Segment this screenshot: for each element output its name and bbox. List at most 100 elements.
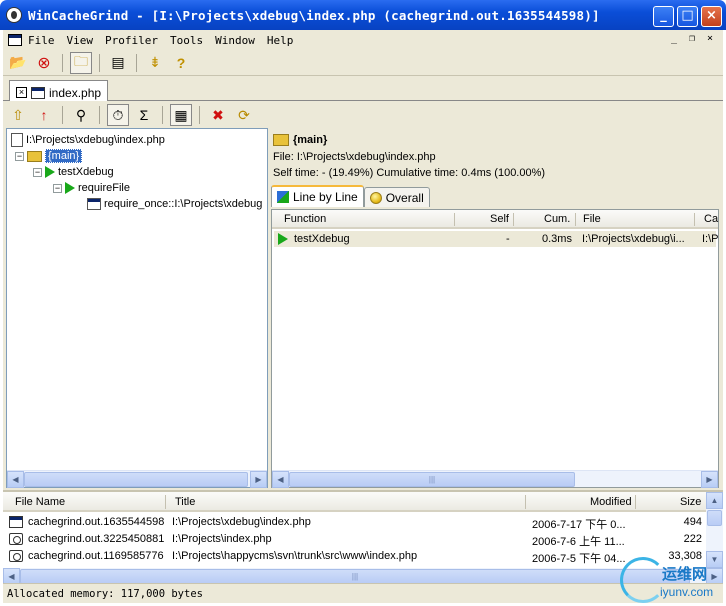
open-folder-icon[interactable]: 📂 [7,52,29,74]
cell-title: I:\Projects\happycms\svn\trunk\src\www\i… [172,550,418,562]
table-row[interactable]: cachegrind.out.1169585776 I:\Projects\ha… [3,548,706,565]
list-header: Function Self Cum. File Ca [272,210,718,229]
column-modified[interactable]: Modified [590,496,632,508]
file-list-panel: File Name Title Modified Size cachegrind… [3,490,723,585]
cell-title: I:\Projects\index.php [172,533,272,545]
tree-node-label: requireFile [78,182,130,194]
column-title[interactable]: Title [175,496,195,508]
line-by-line-list[interactable]: Function Self Cum. File Ca testXdebug - … [271,209,719,488]
tree-node-requirefile[interactable]: − requireFile [53,180,130,196]
column-ca[interactable]: Ca [704,213,718,225]
scroll-thumb[interactable]: ||| [20,569,690,584]
close-button[interactable]: × [701,6,722,27]
cell-ca: I:\P [702,233,719,245]
tab-line-by-line[interactable]: Line by Line [271,185,364,207]
column-divider [694,213,695,226]
maximize-button[interactable]: □ [677,6,698,27]
cell-title: I:\Projects\xdebug\index.php [172,516,311,528]
scroll-thumb[interactable] [24,471,248,487]
tree-horizontal-scrollbar[interactable]: ◀ ▶ [7,470,267,488]
cell-self: - [506,233,510,245]
watermark-url: iyunv.com [660,585,714,599]
scroll-thumb[interactable]: ||| [289,471,575,487]
function-play-icon [278,233,288,245]
sum-icon[interactable]: Σ [133,104,155,126]
document-system-menu-icon[interactable] [8,34,22,46]
tree-node-main[interactable]: − {main} [15,148,83,164]
overall-icon [369,191,382,204]
column-divider [635,495,636,509]
toolbar-separator [136,53,137,72]
main-toolbar: 📂 ⊗ 🗀 ▤ ⇟ ? [3,50,723,76]
tree-root-label: I:\Projects\xdebug\index.php [26,134,165,146]
refresh-icon[interactable]: ⟳ [233,104,255,126]
detail-file: File: I:\Projects\xdebug\index.php [273,151,436,163]
folder-view-icon[interactable]: 🗀 [70,51,92,74]
stop-icon[interactable]: ⊗ [33,52,55,74]
collapse-icon[interactable]: − [53,183,62,193]
column-function[interactable]: Function [284,213,326,225]
toolbar-separator [162,106,163,124]
menu-profiler[interactable]: Profiler [99,34,164,47]
list-horizontal-scrollbar[interactable]: ◀ ||| ▶ [272,470,718,488]
help-icon[interactable]: ? [170,52,192,74]
menu-view[interactable]: View [61,34,100,47]
scroll-thumb[interactable] [707,510,722,526]
scroll-left-icon[interactable]: ◀ [272,470,289,488]
tree-node-label: {main} [45,149,83,163]
menu-bar: File View Profiler Tools Window Help _ ❐… [3,30,723,50]
find-icon[interactable]: ⚲ [70,104,92,126]
properties-icon[interactable]: ▤ [107,52,129,74]
mdi-minimize-button[interactable]: _ [667,33,681,46]
delete-icon[interactable]: ✖ [207,104,229,126]
menu-tools[interactable]: Tools [164,34,209,47]
mdi-restore-button[interactable]: ❐ [685,33,699,46]
detail-function-name: {main} [293,134,328,146]
run-icon[interactable]: ⇟ [144,52,166,74]
scroll-left-icon[interactable]: ◀ [7,470,24,488]
toolbar-separator [99,53,100,72]
table-row[interactable]: cachegrind.out.3225450881 I:\Projects\in… [3,531,706,548]
column-file[interactable]: File [583,213,601,225]
title-bar[interactable]: WinCacheGrind - [I:\Projects\xdebug\inde… [0,0,726,30]
function-play-icon [45,166,55,178]
scroll-right-icon[interactable]: ▶ [701,470,718,488]
collapse-icon[interactable]: − [33,167,42,177]
call-tree[interactable]: I:\Projects\xdebug\index.php − {main} − … [6,128,268,488]
column-size[interactable]: Size [680,496,701,508]
cell-file-name: cachegrind.out.1635544598 [28,516,165,528]
scroll-right-icon[interactable]: ▶ [250,470,267,488]
tree-node-require-once[interactable]: require_once::I:\Projects\xdebug [87,196,262,212]
main-frame: File View Profiler Tools Window Help _ ❐… [3,30,723,603]
tree-root[interactable]: I:\Projects\xdebug\index.php [11,132,165,148]
detail-heading: {main} [273,134,327,146]
cell-function: testXdebug [294,233,350,245]
scroll-up-icon[interactable]: ▲ [706,492,723,509]
tree-node-testxdebug[interactable]: − testXdebug [33,164,114,180]
tab-index-php[interactable]: × index.php [9,80,109,101]
table-row[interactable]: cachegrind.out.1635544598 I:\Projects\xd… [3,514,706,531]
column-file-name[interactable]: File Name [15,496,65,508]
column-self[interactable]: Self [490,213,509,225]
minimize-button[interactable]: _ [653,6,674,27]
menu-help[interactable]: Help [261,34,300,47]
tree-node-label: require_once::I:\Projects\xdebug [104,198,263,210]
up-arrow-icon[interactable]: ↑ [33,104,55,126]
cell-file-name: cachegrind.out.1169585776 [28,550,164,562]
mode-icon[interactable]: ▦ [170,104,192,126]
up-folder-icon[interactable]: ⇧ [7,104,29,126]
cell-modified: 2006-7-5 下午 04... [532,553,626,565]
column-divider [165,495,166,509]
detail-times: Self time: - (19.49%) Cumulative time: 0… [273,167,546,179]
menu-window[interactable]: Window [209,34,261,47]
mdi-close-button[interactable]: × [703,33,717,46]
line-by-line-icon [277,191,289,203]
close-tab-icon[interactable]: × [16,87,27,98]
list-item[interactable]: testXdebug - 0.3ms I:\Projects\xdebug\i.… [274,231,719,247]
mdi-controls: _ ❐ × [667,33,717,46]
tab-overall[interactable]: Overall [363,187,430,207]
collapse-icon[interactable]: − [15,151,24,161]
timer-icon[interactable]: ⏱ [107,104,129,126]
menu-file[interactable]: File [22,34,61,47]
column-cum[interactable]: Cum. [544,213,570,225]
